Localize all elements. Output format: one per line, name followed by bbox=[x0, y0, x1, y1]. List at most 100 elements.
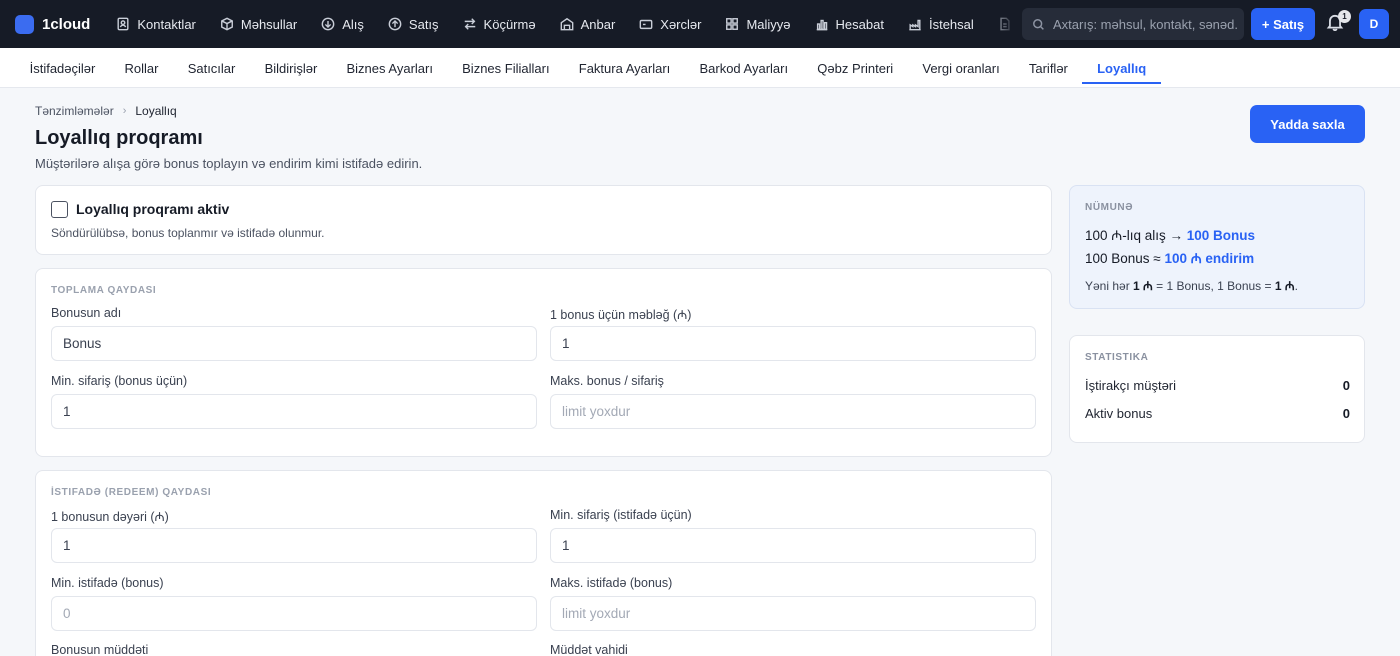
breadcrumb: Tənzimləmələr › Loyallıq bbox=[35, 104, 177, 118]
statistics-card: Statistika İştirakçı müştəri 0 Aktiv bon… bbox=[1069, 335, 1365, 443]
transfer-icon bbox=[464, 18, 475, 30]
settings-tabs: İstifadəçilər Rollar Satıcılar Bildirişl… bbox=[0, 48, 1400, 88]
nav-item-label: Məhsullar bbox=[240, 16, 298, 32]
nav-item-expenses[interactable]: Xərclər bbox=[627, 0, 713, 48]
example-line-redeem: 100 Bonus ≈ 100 ₼ endirim bbox=[1085, 251, 1255, 266]
nav-item-label: Alış bbox=[342, 16, 364, 32]
tab-business-settings[interactable]: Biznes Ayarları bbox=[332, 48, 448, 88]
stat-label: İştirakçı müştəri bbox=[1085, 378, 1177, 393]
example-card: Nümunə 100 ₼-lıq alış → 100 Bonus 100 Bo… bbox=[1069, 185, 1365, 309]
loyalty-active-hint: Söndürülübsə, bonus toplanmır və istifad… bbox=[51, 226, 325, 240]
nav-item-purchase[interactable]: Alış bbox=[309, 0, 376, 48]
loyalty-active-label[interactable]: Loyallıq proqramı aktiv bbox=[76, 201, 229, 217]
nav-item-production[interactable]: İstehsal bbox=[896, 0, 986, 48]
min-order-accrual-label: Min. sifariş (bonus üçün) bbox=[51, 374, 188, 388]
section-title: İstifadə (redeem) qaydası bbox=[51, 487, 212, 498]
nav-item-warehouse[interactable]: Anbar bbox=[548, 0, 628, 48]
max-use-input[interactable] bbox=[550, 596, 1036, 631]
tab-notifications[interactable]: Bildirişlər bbox=[250, 48, 332, 88]
top-navigation-bar: 1cloud Kontaktlar Məhsullar Alış Satış K… bbox=[0, 0, 1400, 48]
bonus-value-input[interactable] bbox=[51, 528, 537, 563]
redeem-rule-card: İstifadə (redeem) qaydası 1 bonusun dəyə… bbox=[35, 470, 1052, 656]
min-use-input[interactable] bbox=[51, 596, 537, 631]
warehouse-icon bbox=[560, 17, 573, 31]
arrow-up-circle-icon bbox=[388, 17, 402, 31]
loyalty-toggle-card: Loyallıq proqramı aktiv Söndürülübsə, bo… bbox=[35, 185, 1052, 255]
tab-roles[interactable]: Rollar bbox=[110, 48, 173, 88]
global-search[interactable] bbox=[1022, 8, 1244, 40]
amount-per-bonus-label: 1 bonus üçün məbləğ (₼) bbox=[550, 308, 692, 322]
nav-item-contacts[interactable]: Kontaktlar bbox=[104, 0, 208, 48]
example-title: Nümunə bbox=[1085, 202, 1134, 213]
main-nav: Kontaktlar Məhsullar Alış Satış Köçürmə … bbox=[104, 0, 1023, 48]
nav-item-finance[interactable]: Maliyyə bbox=[713, 0, 802, 48]
notifications-button[interactable]: 1 bbox=[1326, 10, 1351, 35]
tab-receipt-printer[interactable]: Qəbz Printeri bbox=[803, 48, 908, 88]
bar-chart-icon bbox=[816, 19, 827, 31]
nav-item-label: Satış bbox=[408, 16, 439, 32]
factory-icon bbox=[909, 19, 921, 31]
app-logo[interactable]: 1cloud bbox=[15, 14, 91, 34]
page-title: Loyallıq proqramı bbox=[35, 127, 203, 149]
stat-active-bonus: Aktiv bonus 0 bbox=[1085, 406, 1350, 421]
bonus-value-label: 1 bonusun dəyəri (₼) bbox=[51, 510, 169, 524]
statistics-title: Statistika bbox=[1085, 352, 1149, 363]
section-title: Toplama qaydası bbox=[51, 285, 157, 296]
tab-sellers[interactable]: Satıcılar bbox=[173, 48, 250, 88]
stat-value: 0 bbox=[1342, 378, 1350, 393]
min-order-accrual-input[interactable] bbox=[51, 394, 537, 429]
example-line-accrual: 100 ₼-lıq alış → 100 Bonus bbox=[1085, 228, 1256, 243]
nav-item-label: Xərclər bbox=[660, 16, 702, 32]
max-bonus-input[interactable] bbox=[550, 394, 1036, 429]
example-note: Yəni hər 1 ₼ = 1 Bonus, 1 Bonus = 1 ₼. bbox=[1085, 279, 1298, 293]
tab-loyalty[interactable]: Loyallıq bbox=[1082, 48, 1162, 88]
min-order-redeem-label: Min. sifariş (istifadə üçün) bbox=[550, 508, 692, 522]
search-icon bbox=[1033, 18, 1044, 30]
stat-value: 0 bbox=[1342, 406, 1350, 421]
tab-tax-rates[interactable]: Vergi oranları bbox=[908, 48, 1015, 88]
new-sale-button[interactable]: + Satış bbox=[1251, 8, 1315, 40]
app-name: 1cloud bbox=[42, 15, 91, 33]
nav-item-label: Hesabat bbox=[835, 16, 884, 32]
save-button[interactable]: Yadda saxla bbox=[1250, 105, 1365, 143]
notification-count-badge: 1 bbox=[1338, 10, 1351, 23]
stat-label: Aktiv bonus bbox=[1085, 406, 1153, 421]
min-order-redeem-input[interactable] bbox=[550, 528, 1036, 563]
bonus-name-input[interactable] bbox=[51, 326, 537, 361]
wallet-icon bbox=[639, 19, 653, 30]
nav-item-transfer[interactable]: Köçürmə bbox=[451, 0, 548, 48]
nav-item-reports[interactable]: Hesabat bbox=[803, 0, 896, 48]
nav-item-label: Anbar bbox=[580, 16, 616, 32]
max-bonus-label: Maks. bonus / sifariş bbox=[550, 374, 664, 388]
chevron-right-icon: › bbox=[122, 105, 127, 117]
stat-participants: İştirakçı müştəri 0 bbox=[1085, 378, 1350, 393]
min-use-label: Min. istifadə (bonus) bbox=[51, 576, 164, 590]
grid-icon bbox=[726, 18, 739, 30]
tab-barcode-settings[interactable]: Barkod Ayarları bbox=[685, 48, 803, 88]
nav-item-label: Köçürmə bbox=[483, 16, 536, 32]
bonus-name-label: Bonusun adı bbox=[51, 306, 122, 320]
nav-item-sales[interactable]: Satış bbox=[376, 0, 451, 48]
nav-item-products[interactable]: Məhsullar bbox=[208, 0, 309, 48]
breadcrumb-current: Loyallıq bbox=[135, 104, 177, 118]
box-icon bbox=[220, 17, 233, 31]
nav-item-label: Kontaktlar bbox=[137, 16, 196, 32]
breadcrumb-parent-link[interactable]: Tənzimləmələr bbox=[35, 104, 114, 118]
accrual-rule-card: Toplama qaydası Bonusun adı 1 bonus üçün… bbox=[35, 268, 1052, 457]
bonus-duration-label: Bonusun müddəti bbox=[51, 643, 149, 656]
loyalty-active-checkbox[interactable] bbox=[51, 201, 68, 218]
amount-per-bonus-input[interactable] bbox=[550, 326, 1036, 361]
tab-invoice-settings[interactable]: Faktura Ayarları bbox=[564, 48, 685, 88]
arrow-down-circle-icon bbox=[321, 17, 335, 31]
nav-item-label: İstehsal bbox=[928, 16, 974, 32]
nav-item-label: Maliyyə bbox=[746, 16, 791, 32]
page-subtitle: Müştərilərə alışa görə bonus toplayın və… bbox=[35, 156, 423, 171]
logo-mark-icon bbox=[15, 14, 34, 34]
tab-tariffs[interactable]: Tariflər bbox=[1014, 48, 1082, 88]
duration-unit-label: Müddət vahidi bbox=[550, 643, 628, 656]
user-avatar[interactable]: D bbox=[1359, 9, 1389, 39]
search-input[interactable] bbox=[1053, 16, 1238, 32]
tab-business-branches[interactable]: Biznes Filialları bbox=[448, 48, 565, 88]
tab-users[interactable]: İstifadəçilər bbox=[15, 48, 110, 88]
contacts-icon bbox=[117, 17, 129, 31]
